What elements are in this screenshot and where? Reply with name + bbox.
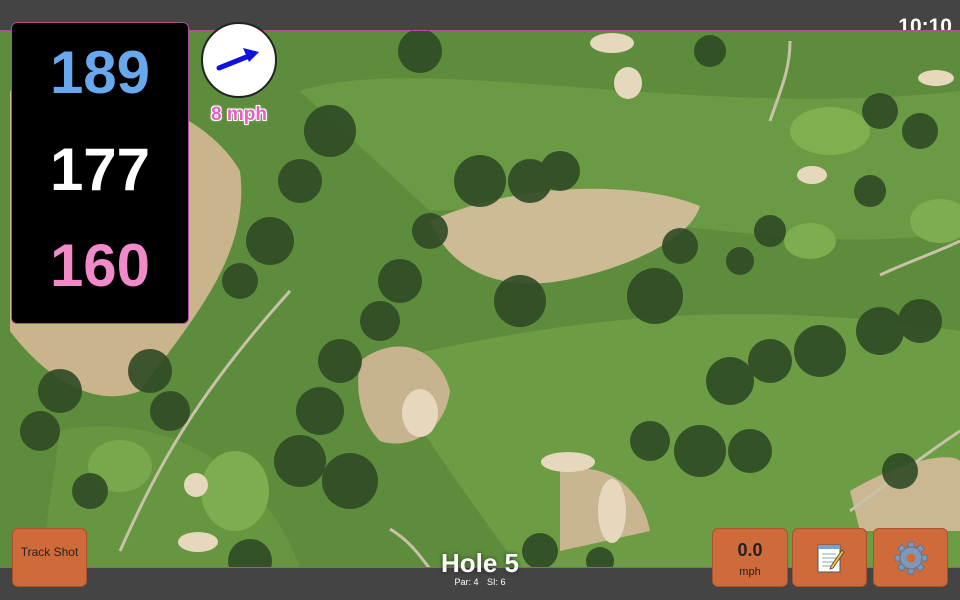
track-shot-button[interactable]: Track Shot <box>12 528 87 587</box>
notepad-icon <box>817 544 845 572</box>
wind-direction-indicator <box>201 22 277 98</box>
hole-par: Par: 4 <box>454 577 479 587</box>
front-distance: 160 <box>49 232 151 299</box>
settings-button[interactable] <box>873 528 948 587</box>
notes-button[interactable] <box>792 528 867 587</box>
wind-speed: 8 mph <box>211 104 267 125</box>
gear-icon <box>894 541 927 574</box>
middle-distance: 177 <box>49 136 151 203</box>
speed-button[interactable]: 0.0 mph <box>712 528 788 587</box>
arrow-icon <box>216 48 259 71</box>
hole-stroke-index: SI: 6 <box>487 577 506 587</box>
back-distance: 189 <box>49 39 151 106</box>
hole-title: Hole 5 <box>440 548 520 578</box>
speed-unit: mph <box>739 566 761 578</box>
speed-value: 0.0 <box>737 540 763 560</box>
hole-info: Par: 4 SI: 6 <box>380 577 580 587</box>
distance-panel: 189 177 160 <box>11 22 189 324</box>
